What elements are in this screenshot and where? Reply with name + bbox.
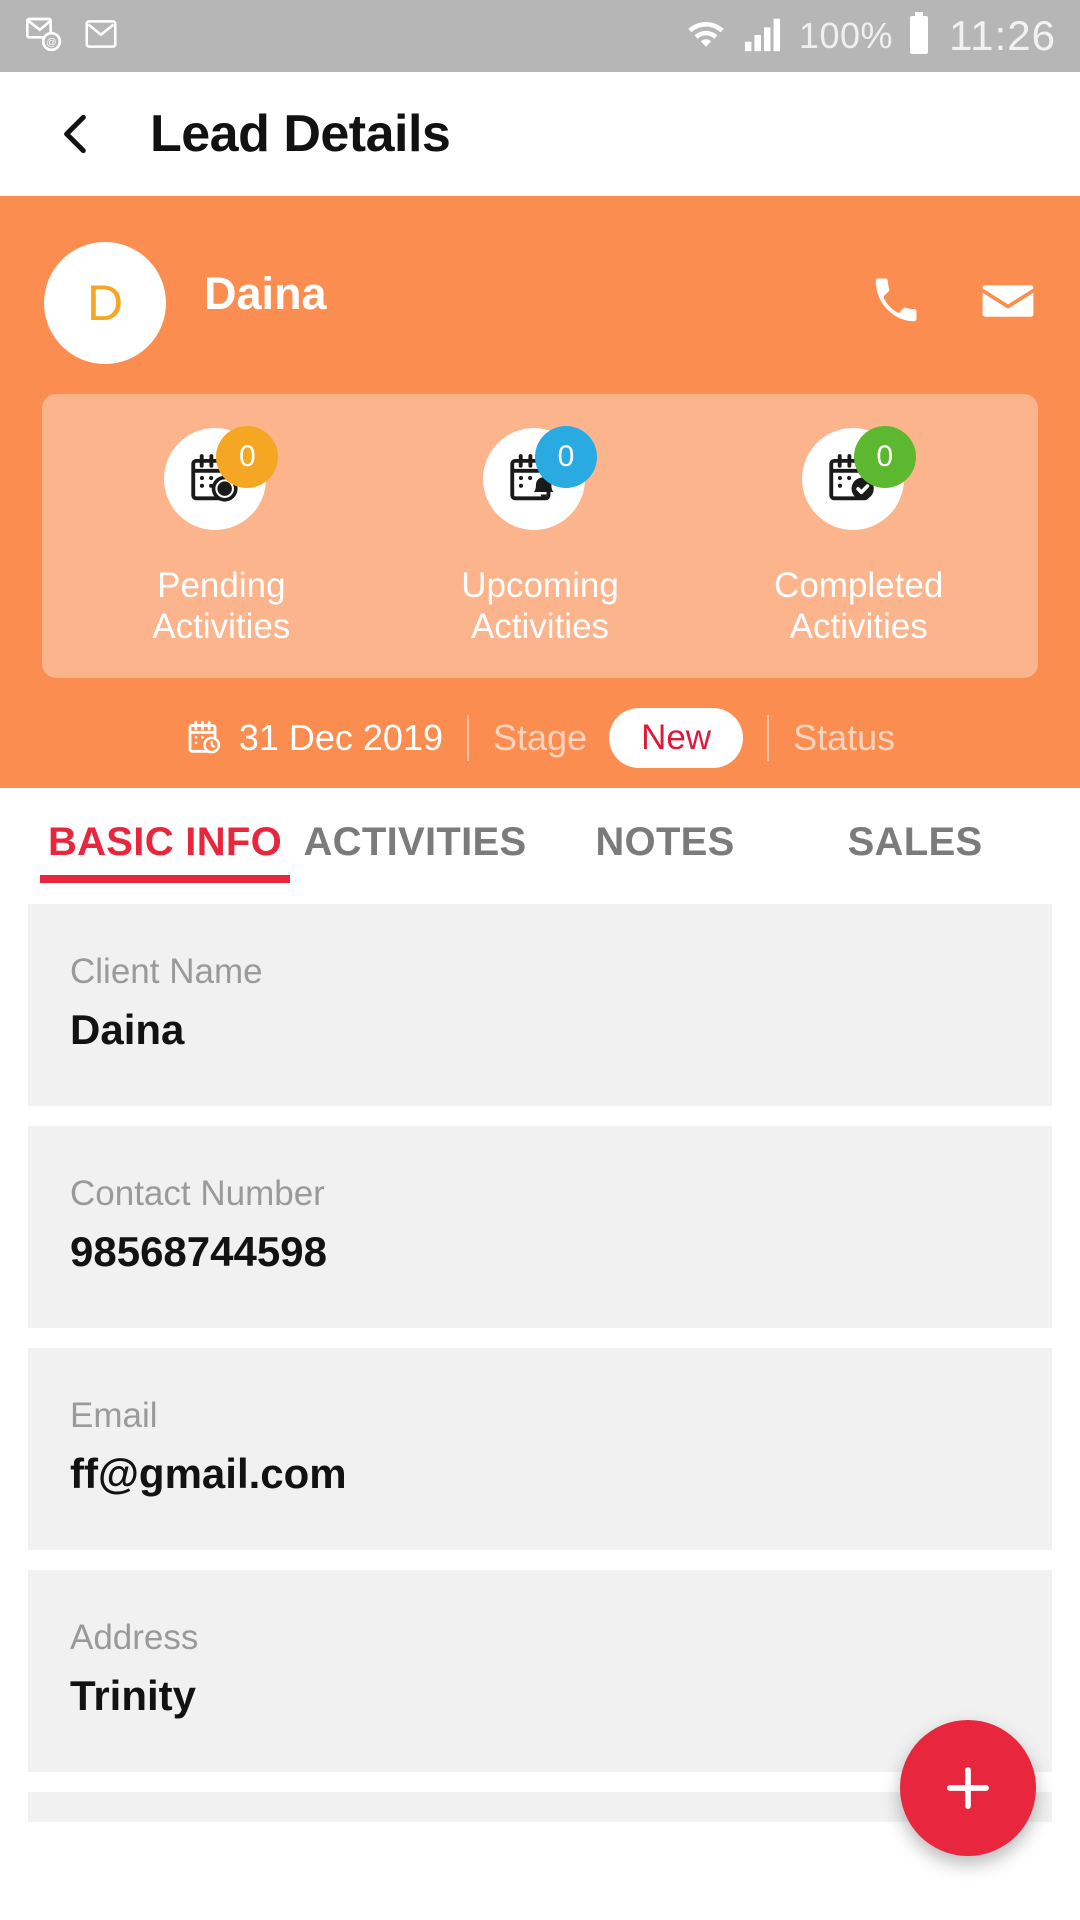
page-title: Lead Details xyxy=(150,105,451,163)
calendar-clock-icon xyxy=(188,720,220,754)
mail-icon xyxy=(982,285,1034,317)
status-bar-indicators: 100% 11:26 xyxy=(683,11,1056,61)
field-email-value: ff@gmail.com xyxy=(70,1449,347,1497)
tab-activities[interactable]: ACTIVITIES xyxy=(290,788,540,865)
lead-meta-row: 31 Dec 2019 Stage New Status xyxy=(0,707,1080,774)
completed-activities-badge: 0 xyxy=(853,426,916,488)
gmail-icon xyxy=(82,15,120,58)
pending-activities-label: Pending Activities xyxy=(152,566,290,648)
field-contact-number[interactable]: Contact Number 98568744598 xyxy=(28,1125,1052,1328)
tab-notes[interactable]: NOTES xyxy=(540,788,790,865)
field-client-name-label: Client Name xyxy=(70,951,263,991)
pending-activities-stat[interactable]: 0 Pending Activities xyxy=(62,426,381,648)
clock-label: 11:26 xyxy=(949,12,1056,59)
completed-activities-label-line2: Activities xyxy=(789,606,928,646)
avatar: D xyxy=(44,242,166,364)
lead-name: Daina xyxy=(204,268,327,319)
pending-activities-label-line2: Activities xyxy=(152,606,291,646)
upcoming-activities-badge: 0 xyxy=(535,426,597,488)
lead-date: 31 Dec 2019 xyxy=(185,717,443,759)
detail-tabs: BASIC INFO ACTIVITIES NOTES SALES xyxy=(0,787,1080,904)
meta-divider-1 xyxy=(466,714,469,761)
field-client-name[interactable]: Client Name Daina xyxy=(28,903,1052,1106)
lead-hero-section: D Daina 0 Pending Activities 0 Upcoming … xyxy=(0,196,1080,788)
wifi-icon xyxy=(683,14,729,59)
call-button[interactable] xyxy=(866,271,926,331)
field-contact-number-value: 98568744598 xyxy=(70,1227,327,1275)
completed-activities-count: 0 xyxy=(876,440,894,473)
status-bar-notifications: @ xyxy=(24,14,120,59)
upcoming-activities-label-line2: Activities xyxy=(470,606,610,646)
back-button[interactable] xyxy=(48,106,104,162)
battery-percent-label: 100% xyxy=(798,15,893,56)
field-email-label: Email xyxy=(70,1395,158,1435)
pending-activities-count: 0 xyxy=(238,440,256,473)
svg-text:@: @ xyxy=(46,37,56,48)
email-button[interactable] xyxy=(978,271,1038,331)
field-email[interactable]: Email ff@gmail.com xyxy=(28,1347,1052,1550)
battery-icon xyxy=(907,11,931,61)
tab-basic-info[interactable]: BASIC INFO xyxy=(40,788,290,883)
pending-activities-label-line1: Pending xyxy=(157,566,286,605)
pending-activities-icon-wrap: 0 xyxy=(164,426,279,540)
phone-icon xyxy=(875,278,917,322)
signal-icon xyxy=(743,14,785,59)
avatar-initial: D xyxy=(86,275,124,331)
status-label: Status xyxy=(793,716,896,758)
email-badge-icon: @ xyxy=(24,14,64,59)
field-address-value: Trinity xyxy=(70,1671,197,1719)
field-contact-number-label: Contact Number xyxy=(70,1173,325,1213)
field-next-partial[interactable] xyxy=(28,1791,1052,1822)
upcoming-activities-label: Upcoming Activities xyxy=(461,566,619,648)
completed-activities-label: Completed Activities xyxy=(774,566,943,648)
activity-summary-panel: 0 Pending Activities 0 Upcoming Activiti… xyxy=(42,394,1038,678)
field-client-name-value: Daina xyxy=(70,1005,185,1053)
app-bar: Lead Details xyxy=(0,72,1080,196)
meta-divider-2 xyxy=(767,714,770,761)
completed-activities-icon-wrap: 0 xyxy=(801,426,916,540)
pending-activities-badge: 0 xyxy=(216,426,279,488)
lead-contact-actions xyxy=(866,271,1038,335)
lead-identity-row: D Daina xyxy=(0,196,1080,364)
lead-details-screen: @ 100% 11:26 Lead Details D Daina 0 Pend… xyxy=(0,0,1080,1920)
completed-activities-label-line1: Completed xyxy=(774,566,944,605)
stage-label: Stage xyxy=(492,716,588,758)
upcoming-activities-count: 0 xyxy=(557,440,575,473)
lead-date-label: 31 Dec 2019 xyxy=(238,716,443,758)
upcoming-activities-label-line1: Upcoming xyxy=(461,566,619,605)
completed-activities-stat[interactable]: 0 Completed Activities xyxy=(699,426,1018,648)
stage-badge[interactable]: New xyxy=(609,707,744,768)
field-address[interactable]: Address Trinity xyxy=(28,1569,1052,1772)
add-button[interactable] xyxy=(900,1720,1036,1856)
basic-info-field-list: Client Name Daina Contact Number 9856874… xyxy=(0,903,1080,1822)
upcoming-activities-icon-wrap: 0 xyxy=(483,426,597,540)
tab-sales[interactable]: SALES xyxy=(790,788,1040,865)
plus-icon xyxy=(947,1767,989,1809)
back-chevron-icon xyxy=(64,114,86,154)
status-bar: @ 100% 11:26 xyxy=(0,0,1080,72)
upcoming-activities-stat[interactable]: 0 Upcoming Activities xyxy=(381,426,700,648)
field-address-label: Address xyxy=(70,1617,199,1657)
